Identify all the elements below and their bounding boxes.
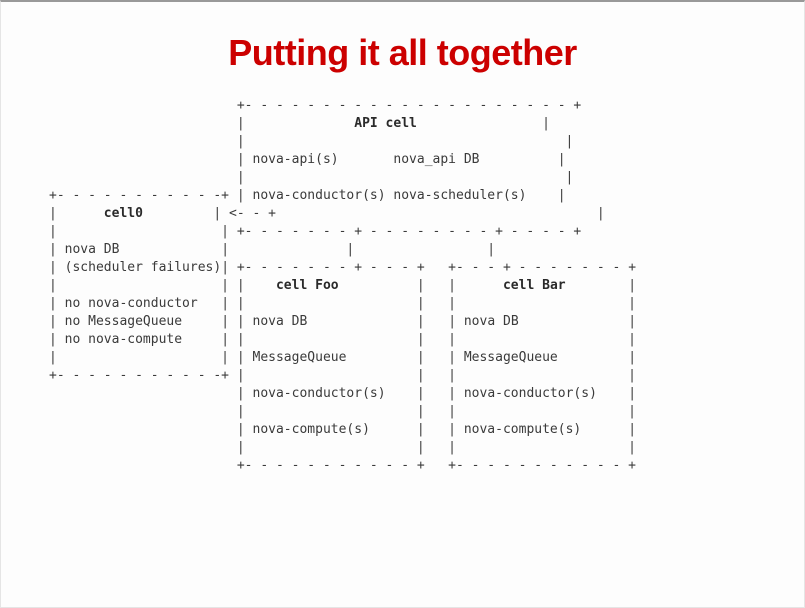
cell0-line5: no nova-compute: [65, 332, 182, 347]
cell-foo-line2: MessageQueue: [253, 350, 347, 365]
slide-title: Putting it all together: [1, 32, 804, 74]
cell-foo-line4: nova-compute(s): [253, 422, 370, 437]
cell0-line3: no nova-conductor: [65, 296, 198, 311]
cell0-heading: cell0: [104, 206, 143, 221]
slide: Putting it all together +- - - - - - - -…: [0, 0, 805, 608]
cell-bar-line4: nova-compute(s): [464, 422, 581, 437]
cell-bar-line1: nova DB: [464, 314, 519, 329]
cell-foo-line1: nova DB: [253, 314, 308, 329]
api-cell-nova-scheduler: nova-scheduler(s): [393, 188, 526, 203]
architecture-diagram: +- - - - - - - - - - - - - - - - - - - -…: [49, 97, 636, 475]
cell-foo-line3: nova-conductor(s): [253, 386, 386, 401]
api-cell-nova-api-db: nova_api DB: [393, 152, 479, 167]
cell-bar-line2: MessageQueue: [464, 350, 558, 365]
cell0-line4: no MessageQueue: [65, 314, 182, 329]
api-cell-nova-api: nova-api(s): [253, 152, 339, 167]
api-cell-nova-conductor: nova-conductor(s): [253, 188, 386, 203]
cell-bar-heading: cell Bar: [503, 278, 566, 293]
cell0-line1: nova DB: [65, 242, 120, 257]
cell0-line2: (scheduler failures): [65, 260, 222, 275]
cell-bar-line3: nova-conductor(s): [464, 386, 597, 401]
cell-foo-heading: cell Foo: [276, 278, 339, 293]
api-cell-heading: API cell: [354, 116, 417, 131]
